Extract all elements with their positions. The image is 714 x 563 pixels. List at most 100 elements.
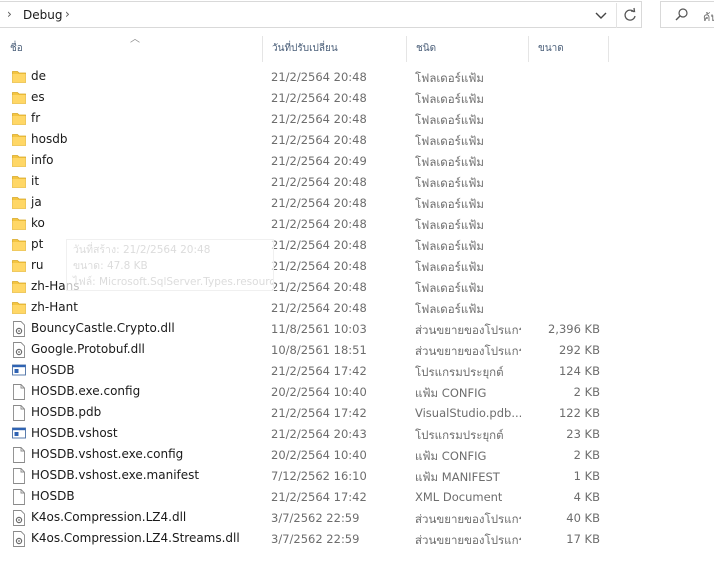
tooltip-line: วันที่สร้าง: 21/2/2564 20:48 (73, 244, 211, 256)
search-box[interactable]: ค้น (660, 1, 714, 28)
file-type: โฟลเดอร์แฟ้ม (415, 197, 484, 211)
file-date-modified: 11/8/2561 10:03 (271, 322, 367, 336)
file-row[interactable]: HOSDB.exe.config 20/2/2564 10:40 แฟ้ม CONF… (0, 381, 620, 402)
breadcrumb-chevron-icon[interactable]: › (65, 7, 70, 21)
file-row[interactable]: HOSDB.vshost.exe.manifest 7/12/2562 16:10… (0, 465, 620, 486)
file-name: K4os.Compression.LZ4.Streams.dll (31, 531, 240, 545)
column-type[interactable]: ชนิด (406, 36, 528, 62)
file-name: HOSDB (31, 363, 75, 377)
address-bar[interactable]: › Debug › (0, 1, 642, 28)
file-size: 1 KB (573, 469, 600, 483)
folder-row[interactable]: it 21/2/2564 20:48 โฟลเดอร์แฟ้ม (0, 171, 620, 192)
folder-icon (12, 258, 26, 273)
file-type: โปรแกรมประยุกต์ (415, 428, 504, 442)
tooltip-line: ขนาด: 47.8 KB (73, 260, 148, 272)
folder-row[interactable]: hosdb 21/2/2564 20:48 โฟลเดอร์แฟ้ม (0, 129, 620, 150)
breadcrumb-chevron-icon[interactable]: › (7, 7, 12, 21)
file-type: แฟ้ม CONFIG (415, 449, 487, 463)
file-name: es (31, 90, 45, 104)
folder-row[interactable]: ja 21/2/2564 20:48 โฟลเดอร์แฟ้ม (0, 192, 620, 213)
folder-icon (12, 216, 26, 231)
file-row[interactable]: Google.Protobuf.dll 10/8/2561 18:51 ส่วนขย… (0, 339, 620, 360)
file-type: แฟ้ม MANIFEST (415, 470, 500, 484)
file-date-modified: 21/2/2564 20:48 (271, 196, 367, 210)
file-size: 2 KB (573, 385, 600, 399)
folder-icon (12, 279, 26, 294)
file-row[interactable]: HOSDB.vshost.exe.config 20/2/2564 10:40 แฟ… (0, 444, 620, 465)
file-size: 4 KB (573, 490, 600, 504)
folder-icon (12, 174, 26, 189)
file-name: HOSDB.vshost.exe.manifest (31, 468, 200, 482)
file-type: โฟลเดอร์แฟ้ม (415, 239, 484, 253)
file-name: hosdb (31, 132, 68, 146)
file-date-modified: 20/2/2564 10:40 (271, 448, 367, 462)
file-type: ส่วนขยายของโปรแกร... (415, 323, 521, 337)
breadcrumb-debug[interactable]: Debug (23, 8, 62, 22)
file-name: HOSDB.vshost (31, 426, 118, 440)
file-date-modified: 21/2/2564 20:48 (271, 133, 367, 147)
file-name: Google.Protobuf.dll (31, 342, 145, 356)
file-row[interactable]: HOSDB.pdb 21/2/2564 17:42 VisualStudio.pdb… (0, 402, 620, 423)
file-date-modified: 21/2/2564 20:48 (271, 175, 367, 189)
file-date-modified: 3/7/2562 22:59 (271, 511, 360, 525)
search-placeholder: ค้น (703, 11, 714, 24)
file-icon (12, 447, 26, 463)
file-row[interactable]: K4os.Compression.LZ4.dll 3/7/2562 22:59 ส่… (0, 507, 620, 528)
file-date-modified: 7/12/2562 16:10 (271, 469, 367, 483)
file-date-modified: 21/2/2564 17:42 (271, 406, 367, 420)
file-size: 23 KB (566, 427, 600, 441)
column-name[interactable]: ชื่อ (0, 36, 262, 62)
file-name: ko (31, 216, 45, 230)
search-icon (675, 7, 689, 26)
file-row[interactable]: HOSDB 21/2/2564 17:42 โปรแกรมประยุกต์ 124 K… (0, 360, 620, 381)
file-name: ja (31, 195, 42, 209)
file-icon (12, 489, 26, 505)
column-divider[interactable] (608, 36, 609, 62)
folder-icon (12, 237, 26, 252)
file-icon (12, 468, 26, 484)
folder-icon (12, 153, 26, 168)
folder-row[interactable]: fr 21/2/2564 20:48 โฟลเดอร์แฟ้ม (0, 108, 620, 129)
folder-row[interactable]: de 21/2/2564 20:48 โฟลเดอร์แฟ้ม (0, 66, 620, 87)
tooltip-line: ไฟล์: Microsoft.SqlServer.Types.resource… (73, 276, 273, 288)
file-name: ru (31, 258, 44, 272)
file-date-modified: 21/2/2564 20:48 (271, 238, 367, 252)
folder-row[interactable]: ko 21/2/2564 20:48 โฟลเดอร์แฟ้ม (0, 213, 620, 234)
file-type: โฟลเดอร์แฟ้ม (415, 155, 484, 169)
file-size: 40 KB (566, 511, 600, 525)
folder-row[interactable]: es 21/2/2564 20:48 โฟลเดอร์แฟ้ม (0, 87, 620, 108)
file-row[interactable]: HOSDB 21/2/2564 17:42 XML Document 4 KB (0, 486, 620, 507)
column-date-modified[interactable]: วันที่ปรับเปลี่ยน (262, 36, 406, 62)
chevron-down-icon[interactable] (595, 7, 609, 23)
file-name: HOSDB.exe.config (31, 384, 141, 398)
file-type: โฟลเดอร์แฟ้ม (415, 281, 484, 295)
file-name: fr (31, 111, 41, 125)
folder-row[interactable]: zh-Hant 21/2/2564 20:48 โฟลเดอร์แฟ้ม (0, 297, 620, 318)
application-icon (12, 363, 26, 378)
dll-file-icon (12, 342, 26, 358)
file-row[interactable]: BouncyCastle.Crypto.dll 11/8/2561 10:03 ส่… (0, 318, 620, 339)
file-date-modified: 21/2/2564 20:48 (271, 112, 367, 126)
file-name: info (31, 153, 54, 167)
address-toolbar: › Debug › ค้น (0, 0, 714, 30)
file-date-modified: 20/2/2564 10:40 (271, 385, 367, 399)
file-icon (12, 405, 26, 421)
refresh-button[interactable] (616, 3, 642, 28)
file-row[interactable]: HOSDB.vshost 21/2/2564 20:43 โปรแกรมประยุก… (0, 423, 620, 444)
folder-row[interactable]: info 21/2/2564 20:49 โฟลเดอร์แฟ้ม (0, 150, 620, 171)
folder-icon (12, 132, 26, 147)
dll-file-icon (12, 321, 26, 337)
file-date-modified: 3/7/2562 22:59 (271, 532, 360, 546)
file-type: โฟลเดอร์แฟ้ม (415, 218, 484, 232)
file-date-modified: 21/2/2564 20:48 (271, 217, 367, 231)
file-tooltip: วันที่สร้าง: 21/2/2564 20:48 ขนาด: 47.8 … (66, 239, 274, 291)
column-size[interactable]: ขนาด (528, 36, 608, 62)
file-date-modified: 21/2/2564 20:49 (271, 154, 367, 168)
file-name: zh-Hant (31, 300, 78, 314)
folder-icon (12, 90, 26, 105)
file-name: HOSDB (31, 489, 75, 503)
file-type: XML Document (415, 490, 503, 504)
file-row[interactable]: K4os.Compression.LZ4.Streams.dll 3/7/2562… (0, 528, 620, 549)
file-name: HOSDB.vshost.exe.config (31, 447, 184, 461)
file-type: ส่วนขยายของโปรแกร... (415, 344, 521, 358)
